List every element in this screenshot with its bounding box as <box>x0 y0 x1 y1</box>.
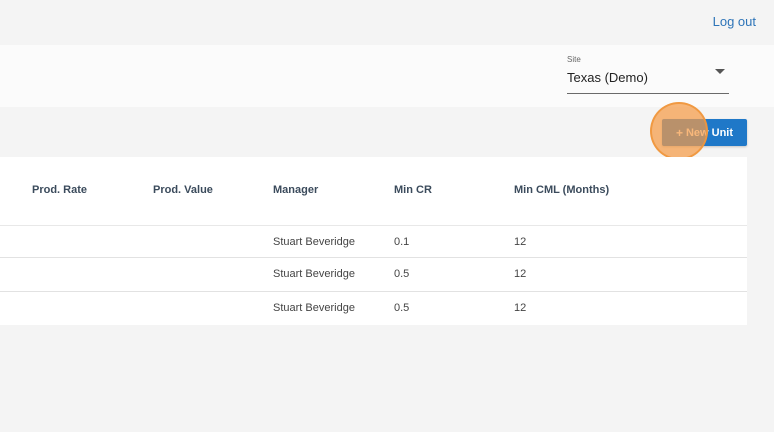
column-header-prod-rate[interactable]: Prod. Rate <box>32 184 87 196</box>
cell-manager: Stuart Beveridge <box>273 236 355 248</box>
table-row[interactable]: Stuart Beveridge 0.1 12 <box>0 225 747 259</box>
site-value: Texas (Demo) <box>567 70 648 85</box>
chevron-down-icon <box>715 69 725 74</box>
column-header-min-cml[interactable]: Min CML (Months) <box>514 184 609 196</box>
cell-min-cml: 12 <box>514 268 527 280</box>
cell-min-cr: 0.5 <box>394 268 410 280</box>
cell-manager: Stuart Beveridge <box>273 302 355 314</box>
site-label: Site <box>567 55 581 64</box>
table-row[interactable]: Stuart Beveridge 0.5 12 <box>0 291 747 325</box>
site-bar: Site Texas (Demo) <box>0 45 774 107</box>
column-header-prod-value[interactable]: Prod. Value <box>153 184 213 196</box>
site-select[interactable]: Site Texas (Demo) <box>567 53 729 94</box>
cell-min-cr: 0.5 <box>394 302 410 314</box>
plus-icon: + <box>675 125 683 140</box>
cell-min-cml: 12 <box>514 302 527 314</box>
units-table: Prod. Rate Prod. Value Manager Min CR Mi… <box>0 157 747 325</box>
logout-link[interactable]: Log out <box>713 14 756 29</box>
top-bar: Log out <box>0 0 774 45</box>
new-unit-label: New Unit <box>685 126 734 139</box>
column-header-min-cr[interactable]: Min CR <box>394 184 432 196</box>
column-header-manager[interactable]: Manager <box>273 184 318 196</box>
table-row[interactable]: Stuart Beveridge 0.5 12 <box>0 257 747 291</box>
new-unit-button[interactable]: + New Unit <box>662 119 747 146</box>
cell-min-cr: 0.1 <box>394 236 410 248</box>
cell-manager: Stuart Beveridge <box>273 268 355 280</box>
cell-min-cml: 12 <box>514 236 527 248</box>
